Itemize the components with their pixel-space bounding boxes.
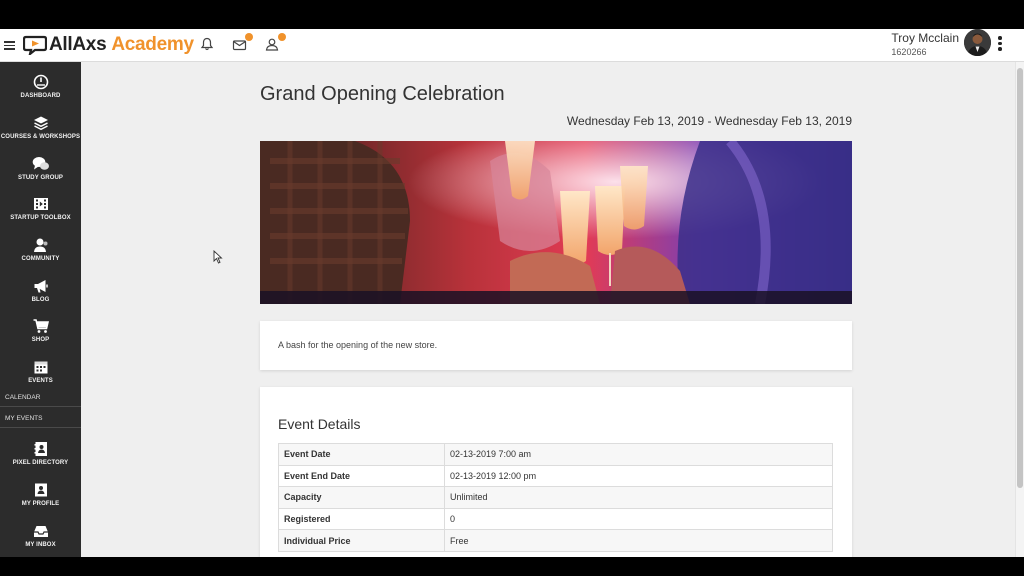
mail-badge [245, 33, 253, 41]
app-window: AllAxs Academy Troy Mcclain 1620266 DASHB… [0, 29, 1024, 557]
community-icon [33, 238, 47, 252]
sidebar-item-label: EVENTS [28, 378, 53, 384]
event-description: A bash for the opening of the new store. [278, 340, 438, 350]
directory-icon [34, 442, 47, 456]
logo-speech-icon [23, 35, 47, 55]
megaphone-icon [34, 280, 48, 293]
detail-key: Individual Price [278, 529, 445, 552]
event-details-heading: Event Details [278, 416, 361, 432]
event-details-table: Event Date 02-13-2019 7:00 am Event End D… [278, 443, 833, 552]
menu-icon[interactable] [4, 41, 15, 50]
sidebar-divider [0, 406, 81, 407]
avatar[interactable] [964, 29, 991, 56]
sidebar-item-shop[interactable]: SHOP [0, 318, 81, 358]
page-scrollbar[interactable] [1015, 62, 1024, 557]
detail-value: 0 [444, 507, 833, 531]
table-row: Registered 0 [278, 507, 833, 531]
sidebar: DASHBOARD COURSES & WORKSHOPS STUDY GROU… [0, 62, 81, 557]
film-icon [33, 198, 48, 210]
detail-value: Free [444, 529, 833, 552]
detail-value: 02-13-2019 7:00 am [444, 443, 833, 466]
dashboard-icon [33, 74, 48, 90]
sidebar-item-my-profile[interactable]: MY PROFILE [0, 482, 81, 522]
brand-logo[interactable]: AllAxs Academy [23, 33, 194, 57]
sidebar-divider [0, 427, 81, 428]
sidebar-item-community[interactable]: COMMUNITY [0, 237, 81, 277]
detail-key: Event End Date [278, 464, 445, 488]
layers-icon [33, 116, 48, 131]
table-row: Event End Date 02-13-2019 12:00 pm [278, 464, 833, 488]
user-info[interactable]: Troy Mcclain 1620266 [891, 31, 959, 57]
detail-value: Unlimited [444, 486, 833, 509]
mouse-cursor-icon [213, 250, 223, 264]
event-details-card: Event Details Event Date 02-13-2019 7:00 … [260, 387, 852, 557]
inbox-icon [33, 526, 48, 537]
bell-icon[interactable] [200, 37, 216, 53]
sidebar-item-events[interactable]: EVENTS [0, 359, 81, 399]
detail-key: Registered [278, 507, 445, 531]
sidebar-item-label: DASHBOARD [20, 93, 61, 99]
table-row: Capacity Unlimited [278, 486, 833, 509]
sidebar-item-label: BLOG [31, 297, 50, 303]
more-vert-icon[interactable] [998, 36, 1002, 52]
sidebar-item-startup-toolbox[interactable]: STARTUP TOOLBOX [0, 196, 81, 236]
detail-value: 02-13-2019 12:00 pm [444, 464, 833, 488]
user-name: Troy Mcclain [891, 31, 959, 45]
sidebar-item-label: MY INBOX [25, 542, 56, 548]
user-id: 1620266 [891, 47, 927, 57]
sidebar-item-label: STARTUP TOOLBOX [10, 215, 71, 221]
page-title: Grand Opening Celebration [260, 83, 505, 105]
brand-name-accent: Academy [111, 34, 194, 55]
chat-bubbles-icon [32, 157, 49, 170]
sidebar-item-my-inbox[interactable]: MY INBOX [0, 523, 81, 557]
sidebar-subitem-my-events[interactable]: MY EVENTS [5, 415, 42, 422]
sidebar-item-label: STUDY GROUP [18, 175, 63, 181]
sidebar-item-blog[interactable]: BLOG [0, 278, 81, 318]
user-alert-badge [278, 33, 286, 41]
event-banner-image [260, 141, 852, 304]
table-row: Individual Price Free [278, 529, 833, 552]
cart-icon [33, 319, 49, 333]
calendar-icon [34, 361, 47, 374]
profile-icon [34, 483, 47, 497]
detail-key: Event Date [278, 443, 445, 466]
brand-name: AllAxs Academy [49, 34, 194, 56]
table-row: Event Date 02-13-2019 7:00 am [278, 443, 833, 466]
sidebar-item-pixel-directory[interactable]: PIXEL DIRECTORY [0, 441, 81, 481]
event-date-range: Wednesday Feb 13, 2019 - Wednesday Feb 1… [566, 114, 852, 128]
sidebar-item-label: MY PROFILE [21, 501, 60, 507]
detail-key: Capacity [278, 486, 445, 509]
sidebar-subitem-calendar[interactable]: CALENDAR [5, 394, 40, 401]
sidebar-item-label: COMMUNITY [21, 256, 60, 262]
sidebar-item-label: PIXEL DIRECTORY [12, 460, 69, 466]
mail-icon[interactable] [232, 33, 253, 53]
sidebar-item-courses[interactable]: COURSES & WORKSHOPS [0, 115, 81, 155]
sidebar-item-label: COURSES & WORKSHOPS [0, 134, 81, 140]
scrollbar-thumb[interactable] [1017, 68, 1023, 488]
sidebar-item-label: SHOP [31, 337, 50, 343]
event-description-card: A bash for the opening of the new store. [260, 321, 852, 370]
sidebar-item-study-group[interactable]: STUDY GROUP [0, 156, 81, 196]
brand-name-primary: AllAxs [49, 34, 107, 55]
user-alert-icon[interactable] [265, 33, 286, 53]
top-header: AllAxs Academy Troy Mcclain 1620266 [0, 29, 1024, 62]
sidebar-item-dashboard[interactable]: DASHBOARD [0, 74, 81, 114]
